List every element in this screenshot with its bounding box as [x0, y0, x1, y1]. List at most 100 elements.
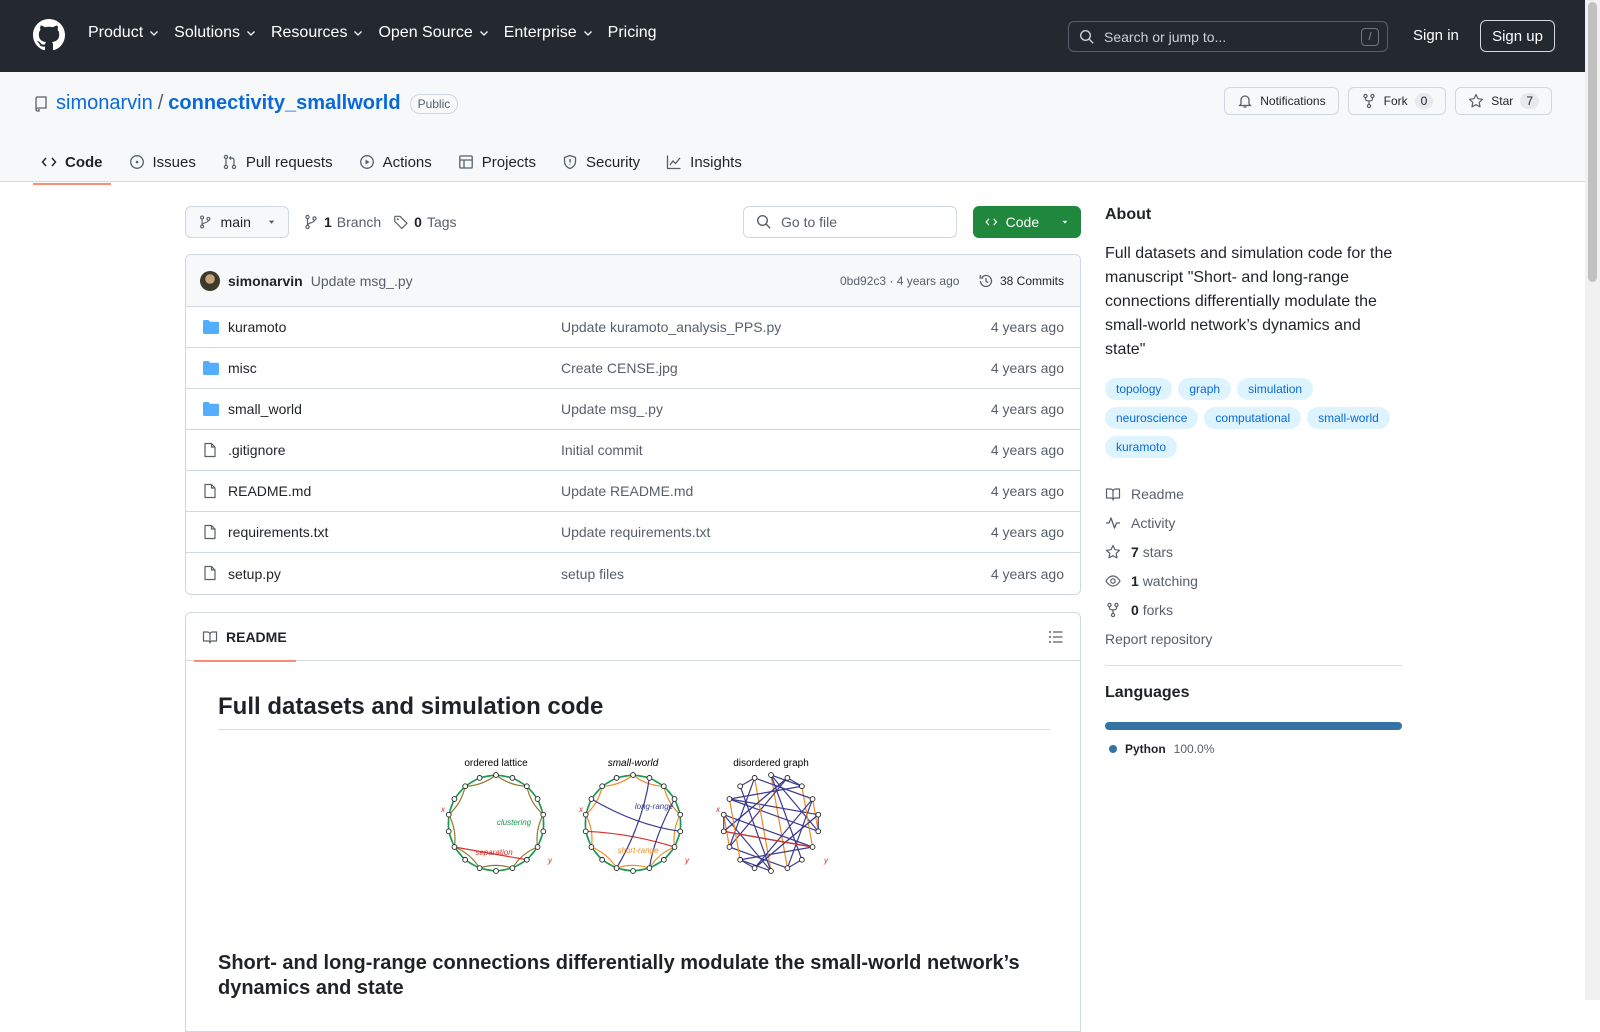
file-row[interactable]: requirements.txt Update requirements.txt 4…: [186, 512, 1080, 553]
file-commit-message[interactable]: Update msg_.py: [561, 401, 663, 417]
repo-sidebar: About Full datasets and simulation code …: [1105, 206, 1402, 756]
scrollbar-thumb[interactable]: [1588, 2, 1597, 282]
about-link-forks[interactable]: 0 forks: [1105, 595, 1402, 624]
topic-tag[interactable]: kuramoto: [1105, 436, 1178, 458]
notifications-button[interactable]: Notifications: [1224, 87, 1339, 115]
fork-button[interactable]: Fork 0: [1347, 87, 1447, 115]
file-row[interactable]: .gitignore Initial commit 4 years ago: [186, 430, 1080, 471]
go-to-file-input[interactable]: Go to file: [743, 206, 957, 238]
file-commit-message[interactable]: Update README.md: [561, 483, 693, 499]
disordered-graph: [720, 772, 822, 874]
language-percent: 100.0%: [1173, 742, 1215, 756]
file-row[interactable]: setup.py setup files 4 years ago: [186, 553, 1080, 594]
about-link-stars[interactable]: 7 stars: [1105, 537, 1402, 566]
tab-pull-requests[interactable]: Pull requests: [214, 142, 341, 182]
branches-link[interactable]: 1 Branch: [303, 214, 381, 230]
tab-projects[interactable]: Projects: [450, 142, 544, 182]
language-item-python[interactable]: Python 100.0%: [1105, 742, 1402, 756]
about-link-watching[interactable]: 1 watching: [1105, 566, 1402, 595]
file-commit-date: 4 years ago: [990, 565, 1064, 582]
sign-up-button[interactable]: Sign up: [1480, 20, 1555, 52]
graph-node: [462, 783, 468, 790]
tab-actions[interactable]: Actions: [351, 142, 440, 182]
about-heading: About: [1105, 206, 1152, 223]
branch-name: main: [220, 214, 251, 230]
graph-node: [661, 856, 667, 863]
nav-product[interactable]: Product: [88, 24, 160, 42]
page-scrollbar[interactable]: [1585, 0, 1600, 1000]
topic-tag[interactable]: graph: [1178, 378, 1232, 400]
tab-insights[interactable]: Insights: [658, 142, 750, 182]
file-commit-message[interactable]: setup files: [561, 566, 624, 582]
code-button-label: Code: [1005, 214, 1040, 230]
file-name[interactable]: README.md: [228, 483, 311, 499]
history-icon: [979, 274, 993, 287]
file-commit-message[interactable]: Update requirements.txt: [561, 524, 710, 540]
commit-author[interactable]: simonarvin: [228, 273, 303, 289]
file-name[interactable]: small_world: [228, 401, 302, 417]
file-name[interactable]: kuramoto: [228, 319, 286, 335]
file-row[interactable]: small_world Update msg_.py 4 years ago: [186, 389, 1080, 430]
file-commit-message[interactable]: Initial commit: [561, 442, 643, 458]
graph-node: [646, 775, 653, 781]
commit-sha-time[interactable]: 0bd92c3 · 4 years ago: [840, 274, 959, 288]
file-commit-date: 4 years ago: [990, 442, 1064, 458]
chevron-down-icon: [247, 31, 255, 36]
caret-down-icon: [268, 220, 275, 224]
graph-node: [534, 844, 541, 850]
tab-security[interactable]: Security: [554, 142, 648, 182]
file-name[interactable]: misc: [228, 360, 257, 376]
topic-tag[interactable]: simulation: [1237, 378, 1314, 400]
nav-enterprise-label: Enterprise: [503, 24, 577, 41]
file-row[interactable]: README.md Update README.md 4 years ago: [186, 471, 1080, 512]
report-repository-link[interactable]: Report repository: [1105, 624, 1402, 653]
nav-resources[interactable]: Resources: [271, 24, 364, 42]
about-link-Readme[interactable]: Readme: [1105, 479, 1402, 508]
sign-in-link[interactable]: Sign in: [1413, 27, 1459, 44]
file-name[interactable]: setup.py: [228, 566, 281, 582]
outline-button[interactable]: [1048, 629, 1064, 645]
topic-tag[interactable]: computational: [1204, 407, 1302, 429]
avatar[interactable]: [200, 270, 220, 291]
github-logo-icon[interactable]: [33, 19, 65, 51]
lattice-edge: [663, 831, 681, 861]
repo-owner-link[interactable]: simonarvin: [56, 92, 153, 115]
lattice-edge: [526, 831, 544, 861]
graph-node: [726, 796, 733, 802]
file-row[interactable]: kuramoto Update kuramoto_analysis_PPS.py 4…: [186, 307, 1080, 348]
branch-select-button[interactable]: main: [185, 206, 289, 238]
global-search-input[interactable]: Search or jump to... /: [1068, 21, 1388, 52]
repo-name-link[interactable]: connectivity_smallworld: [168, 92, 400, 115]
tab-issues[interactable]: Issues: [121, 142, 204, 182]
graph-node: [524, 783, 530, 790]
topic-tag[interactable]: neuroscience: [1105, 407, 1199, 429]
topic-tag[interactable]: small-world: [1307, 407, 1390, 429]
readme-tab[interactable]: README: [194, 613, 296, 662]
tag-count: 0: [414, 214, 422, 230]
label-y-1: y: [547, 856, 553, 865]
commit-message[interactable]: Update msg_.py: [311, 273, 413, 289]
file-name[interactable]: .gitignore: [228, 442, 286, 458]
nav-enterprise[interactable]: Enterprise: [504, 24, 594, 42]
tag-icon: [394, 215, 408, 230]
commits-link[interactable]: 38 Commits: [978, 273, 1064, 289]
file-row[interactable]: misc Create CENSE.jpg 4 years ago: [186, 348, 1080, 389]
book-icon: [1105, 487, 1121, 501]
file-commit-message[interactable]: Create CENSE.jpg: [561, 360, 678, 376]
nav-solutions[interactable]: Solutions: [174, 24, 257, 42]
file-name[interactable]: requirements.txt: [228, 524, 328, 540]
graph-node: [540, 811, 547, 818]
topic-tag[interactable]: topology: [1105, 378, 1173, 400]
code-dropdown-button[interactable]: Code: [973, 206, 1081, 238]
nav-pricing[interactable]: Pricing: [608, 24, 657, 42]
tags-link[interactable]: 0 Tags: [393, 214, 457, 230]
tab-code[interactable]: Code: [33, 142, 111, 185]
readme-header: README: [186, 613, 1080, 662]
branch-label: Branch: [336, 214, 382, 230]
about-link-Activity[interactable]: Activity: [1105, 508, 1402, 537]
nav-open-source[interactable]: Open Source: [378, 24, 489, 42]
tab-pull-requests-label: Pull requests: [245, 153, 333, 171]
file-commit-message[interactable]: Update kuramoto_analysis_PPS.py: [561, 319, 781, 335]
readme-panel: README Full datasets and simulation code…: [185, 612, 1081, 1032]
star-button[interactable]: Star 7: [1455, 87, 1552, 115]
